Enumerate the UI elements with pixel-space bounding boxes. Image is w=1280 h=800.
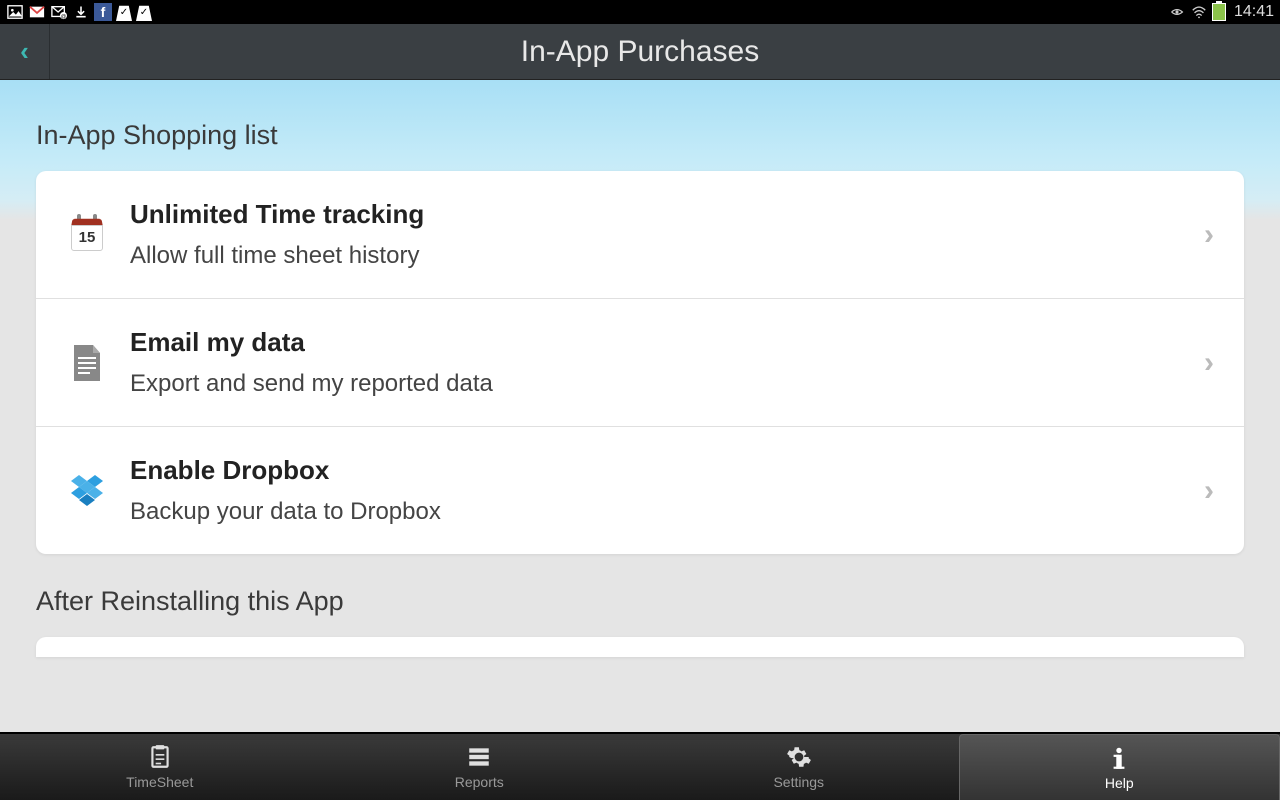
section-header-shopping: In-App Shopping list	[36, 120, 1244, 151]
chevron-right-icon: ›	[1204, 218, 1214, 252]
reports-icon	[466, 744, 492, 770]
shopping-card: 15 Unlimited Time tracking Allow full ti…	[36, 171, 1244, 554]
status-bar: @ f ✓ ✓ 14:41	[0, 0, 1280, 24]
image-icon	[6, 3, 24, 21]
nav-label: Settings	[773, 774, 824, 790]
section-header-reinstall: After Reinstalling this App	[36, 586, 1244, 617]
status-right-icons: 14:41	[1168, 3, 1274, 21]
nav-reports[interactable]: Reports	[320, 734, 640, 800]
shop-icon-2: ✓	[136, 3, 152, 21]
settings-gear-icon	[786, 744, 812, 770]
item-unlimited-time-tracking[interactable]: 15 Unlimited Time tracking Allow full ti…	[36, 171, 1244, 299]
item-subtitle: Export and send my reported data	[130, 370, 1182, 398]
chevron-right-icon: ›	[1204, 346, 1214, 380]
nav-settings[interactable]: Settings	[639, 734, 959, 800]
download-icon	[72, 3, 90, 21]
chevron-right-icon: ›	[1204, 474, 1214, 508]
nav-label: Help	[1105, 775, 1134, 791]
info-icon	[1106, 745, 1132, 771]
item-enable-dropbox[interactable]: Enable Dropbox Backup your data to Dropb…	[36, 427, 1244, 554]
item-title: Unlimited Time tracking	[130, 199, 1182, 230]
item-title: Email my data	[130, 327, 1182, 358]
content-area: In-App Shopping list 15 Unlimited Time t…	[0, 80, 1280, 732]
app-header: ‹ In-App Purchases	[0, 24, 1280, 80]
shop-icon: ✓	[116, 3, 132, 21]
timesheet-icon	[147, 744, 173, 770]
gmail-icon	[28, 3, 46, 21]
svg-text:@: @	[61, 14, 66, 20]
back-button[interactable]: ‹	[0, 24, 50, 79]
battery-icon	[1212, 3, 1226, 21]
chevron-left-icon: ‹	[20, 36, 29, 67]
item-email-my-data[interactable]: Email my data Export and send my reporte…	[36, 299, 1244, 427]
calendar-icon: 15	[66, 214, 108, 256]
item-subtitle: Backup your data to Dropbox	[130, 498, 1182, 526]
reinstall-card	[36, 637, 1244, 657]
nav-label: TimeSheet	[126, 774, 193, 790]
nav-help[interactable]: Help	[959, 734, 1280, 800]
status-time: 14:41	[1234, 3, 1274, 21]
nav-timesheet[interactable]: TimeSheet	[0, 734, 320, 800]
document-icon	[66, 342, 108, 384]
bottom-nav: TimeSheet Reports Settings Help	[0, 732, 1280, 800]
dropbox-icon	[66, 470, 108, 512]
item-subtitle: Allow full time sheet history	[130, 242, 1182, 270]
item-title: Enable Dropbox	[130, 455, 1182, 486]
eye-icon	[1168, 3, 1186, 21]
page-title: In-App Purchases	[521, 35, 759, 69]
facebook-icon: f	[94, 3, 112, 21]
mail-notification-icon: @	[50, 3, 68, 21]
nav-label: Reports	[455, 774, 504, 790]
status-left-icons: @ f ✓ ✓	[6, 3, 152, 21]
wifi-icon	[1190, 3, 1208, 21]
